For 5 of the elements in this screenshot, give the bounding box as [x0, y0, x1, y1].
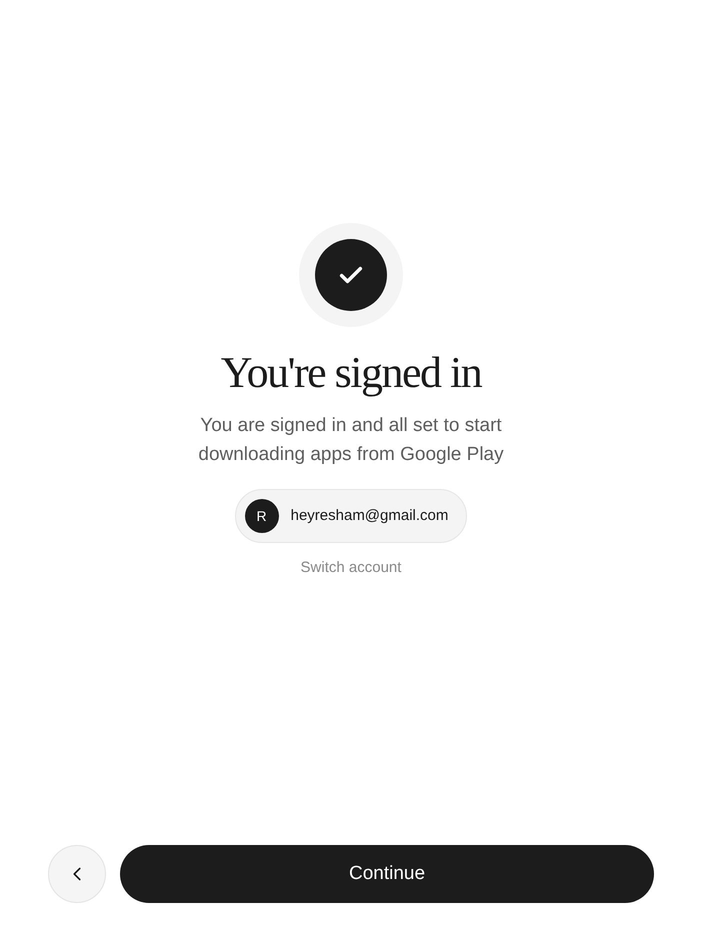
avatar-initial: R — [244, 499, 279, 533]
continue-button[interactable]: Continue — [120, 845, 654, 903]
account-email: heyresham@gmail.com — [290, 506, 448, 526]
description-text: You are signed in and all set to start downloading apps from Google Play — [197, 414, 505, 467]
page-title: You're signed in — [220, 347, 482, 399]
